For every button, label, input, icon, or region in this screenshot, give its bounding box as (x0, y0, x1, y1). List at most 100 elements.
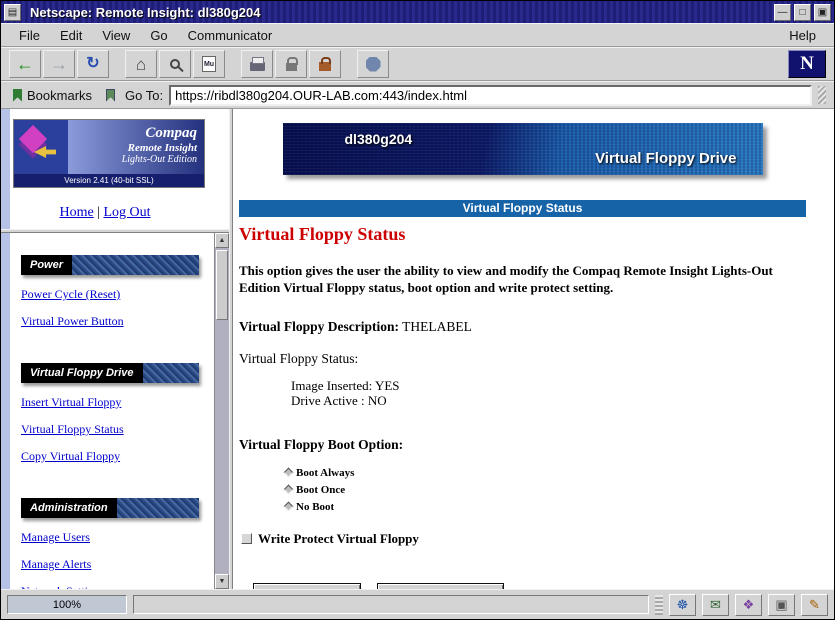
search-icon (170, 59, 180, 69)
composer-icon: ✎ (809, 597, 820, 613)
floppy-description-line: Virtual Floppy Description: THELABEL (239, 319, 806, 335)
progress-indicator: 100% (7, 595, 127, 614)
home-button[interactable]: ⌂ (125, 50, 157, 78)
banner-page-title: Virtual Floppy Drive (595, 150, 736, 167)
page-proxy-icon[interactable] (106, 89, 115, 102)
scroll-thumb[interactable] (216, 250, 228, 320)
minimize-icon: — (778, 7, 788, 18)
write-protect-checkbox[interactable] (241, 533, 252, 544)
forward-icon: → (50, 55, 68, 73)
nav-header-power-label: Power (21, 255, 72, 275)
nav-link-manage-alerts[interactable]: Manage Alerts (21, 557, 91, 571)
nav-link-network-settings[interactable]: Network Settings (21, 584, 105, 589)
forward-button[interactable]: → (43, 50, 75, 78)
nav-header-texture (117, 498, 199, 518)
frame-logo: Compaq Remote Insight Lights-Out Edition… (1, 109, 229, 229)
navigator-component-button[interactable]: ☸ (669, 594, 696, 616)
scroll-up-button[interactable]: ▲ (215, 233, 229, 248)
netscape-throbber[interactable]: N (788, 50, 826, 78)
component-bar-grip[interactable] (655, 595, 663, 615)
menu-file[interactable]: File (9, 25, 50, 46)
submit-changes-button[interactable]: Submit Changes (253, 583, 361, 589)
scroll-track[interactable] (215, 248, 229, 574)
security-button[interactable] (275, 50, 307, 78)
left-column: Compaq Remote Insight Lights-Out Edition… (1, 109, 229, 589)
riloe-logo-art-icon (14, 120, 68, 174)
scroll-down-button[interactable]: ▼ (215, 574, 229, 589)
bookmarks-label: Bookmarks (27, 88, 92, 103)
netscape-logo-icon: N (800, 53, 814, 74)
shop-button[interactable] (309, 50, 341, 78)
maximize-icon: □ (799, 7, 805, 18)
nav-link-manage-users[interactable]: Manage Users (21, 530, 90, 544)
minimize-button[interactable]: — (774, 4, 791, 21)
scroll-down-icon: ▼ (219, 578, 226, 585)
nav-header-virtual-floppy: Virtual Floppy Drive (21, 363, 199, 383)
menu-communicator[interactable]: Communicator (178, 25, 283, 46)
window-menu-button[interactable]: ▤ (4, 4, 21, 21)
eject-virtual-floppy-button[interactable]: Eject Virtual Floppy (377, 583, 505, 589)
floppy-status-label: Virtual Floppy Status: (239, 351, 806, 367)
radio-boot-once[interactable] (284, 485, 294, 495)
menu-edit[interactable]: Edit (50, 25, 92, 46)
home-link[interactable]: Home (59, 205, 93, 220)
stop-button[interactable] (357, 50, 389, 78)
logo-brand: Compaq (68, 125, 197, 142)
discussions-component-button[interactable]: ❖ (735, 594, 762, 616)
radio-boot-always[interactable] (284, 468, 294, 478)
frame-nav: Power Power Cycle (Reset) Virtual Power … (1, 233, 229, 589)
bookmark-icon (13, 89, 22, 102)
radio-label-boot-always: Boot Always (296, 467, 354, 479)
nav-section-power: Power Power Cycle (Reset) Virtual Power … (21, 255, 209, 329)
nav-section-administration: Administration Manage Users Manage Alert… (21, 498, 209, 589)
status-message-area (133, 595, 649, 614)
nav-header-power: Power (21, 255, 199, 275)
titlebar: ▤ Netscape: Remote Insight: dl380g204 — … (1, 1, 834, 23)
nav-link-insert-virtual-floppy[interactable]: Insert Virtual Floppy (21, 395, 121, 409)
logout-link[interactable]: Log Out (103, 205, 150, 220)
nav-link-copy-virtual-floppy[interactable]: Copy Virtual Floppy (21, 449, 120, 463)
menu-view[interactable]: View (92, 25, 140, 46)
nav-link-virtual-floppy-status[interactable]: Virtual Floppy Status (21, 422, 124, 436)
stop-icon (366, 57, 381, 72)
nav-scrollbar[interactable]: ▲ ▼ (214, 233, 229, 589)
menu-go[interactable]: Go (140, 25, 177, 46)
menu-help[interactable]: Help (779, 25, 826, 46)
netscape-window: ▤ Netscape: Remote Insight: dl380g204 — … (0, 0, 835, 620)
session-links: Home | Log Out (1, 205, 209, 221)
window-menu-icon: ▤ (8, 7, 17, 18)
composer-component-button[interactable]: ✎ (801, 594, 828, 616)
reload-button[interactable]: ↻ (77, 50, 109, 78)
logo-version: Version 2.41 (40-bit SSL) (14, 174, 204, 187)
radio-no-boot[interactable] (284, 502, 294, 512)
boot-option-label: Virtual Floppy Boot Option: (239, 437, 806, 453)
nav-header-texture (143, 363, 199, 383)
mailbox-component-button[interactable]: ✉ (702, 594, 729, 616)
print-button[interactable] (241, 50, 273, 78)
window-title: Netscape: Remote Insight: dl380g204 (24, 5, 771, 20)
nav-link-power-cycle[interactable]: Power Cycle (Reset) (21, 287, 120, 301)
addressbook-component-button[interactable]: ▣ (768, 594, 795, 616)
page-description: This option gives the user the ability t… (239, 263, 799, 297)
radio-label-no-boot: No Boot (296, 501, 334, 513)
nav-header-administration-label: Administration (21, 498, 117, 518)
back-button[interactable]: ← (9, 50, 41, 78)
logo-line2: Lights-Out Edition (68, 154, 197, 165)
nav-link-virtual-power-button[interactable]: Virtual Power Button (21, 314, 124, 328)
navigator-icon: ☸ (677, 597, 689, 613)
page-heading: Virtual Floppy Status (239, 224, 806, 245)
status-line-drive-active: Drive Active : NO (291, 394, 806, 409)
frameset: Compaq Remote Insight Lights-Out Edition… (1, 109, 834, 589)
url-input[interactable] (169, 85, 812, 106)
progress-text: 100% (53, 599, 81, 611)
form-buttons: Submit Changes Eject Virtual Floppy (253, 583, 806, 589)
search-button[interactable] (159, 50, 191, 78)
maximize-button[interactable]: □ (794, 4, 811, 21)
location-bar: Bookmarks Go To: (1, 81, 834, 109)
nav-header-virtual-floppy-label: Virtual Floppy Drive (21, 363, 143, 383)
mynetscape-button[interactable] (193, 50, 225, 78)
close-button[interactable]: ▣ (814, 4, 831, 21)
goto-label: Go To: (125, 88, 163, 103)
bookmarks-button[interactable]: Bookmarks (9, 86, 96, 105)
page-banner: dl380g204 Virtual Floppy Drive (283, 123, 763, 175)
